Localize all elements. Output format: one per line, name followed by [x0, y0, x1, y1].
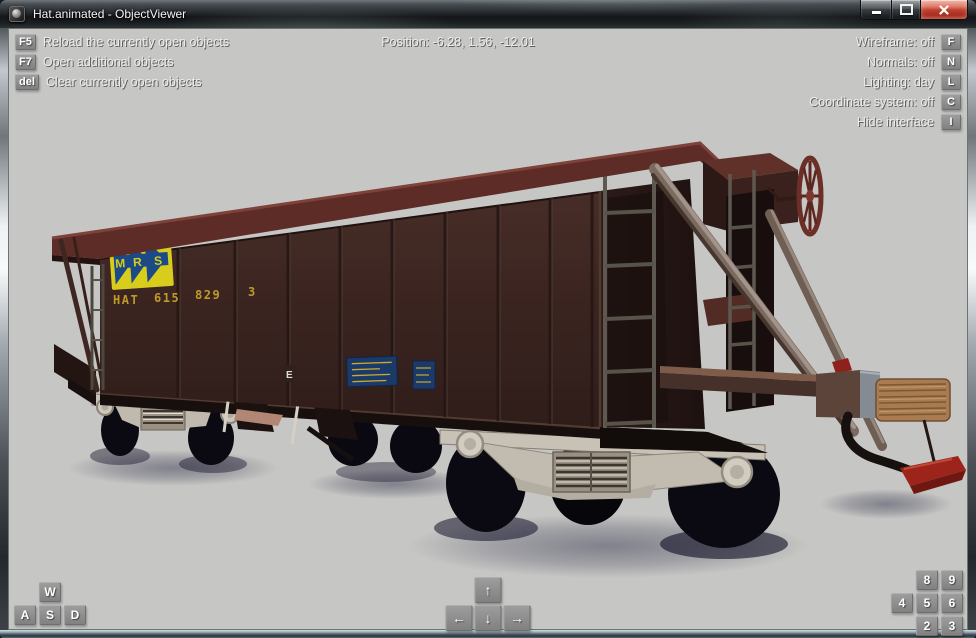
buffer-block	[875, 378, 951, 422]
hint-wireframe: Wireframe: off F	[809, 34, 961, 50]
keycap-9: 9	[941, 570, 963, 590]
window-frame-left	[0, 28, 8, 630]
keycap-6: 6	[941, 593, 963, 613]
minimize-button[interactable]	[860, 0, 892, 20]
maximize-icon	[899, 4, 913, 15]
hint-hide-interface: Hide interface I	[809, 114, 961, 130]
load-mark: E	[286, 370, 293, 381]
maximize-button[interactable]	[892, 0, 920, 20]
svg-text:M: M	[115, 256, 126, 271]
coupling-hook-red	[900, 456, 966, 494]
close-icon	[939, 4, 949, 15]
hint-clear: del Clear currently open objects	[15, 74, 229, 90]
svg-text:R: R	[133, 255, 143, 270]
viewport-3d[interactable]: M R S HAT 615 829 3 E F5 Reload the curr…	[8, 28, 968, 636]
arrow-keys-hint: ↑ ← ↓ →	[445, 577, 531, 631]
keycap-arrow-up: ↑	[474, 577, 502, 603]
window-frame-right	[968, 28, 976, 630]
svg-text:3: 3	[248, 285, 257, 299]
hint-normals: Normals: off N	[809, 54, 961, 70]
keycap-n: N	[941, 54, 961, 70]
keycap-arrow-down: ↓	[474, 605, 502, 631]
move-keys-hint: W A S D	[14, 582, 86, 625]
keycap-f7: F7	[15, 54, 36, 70]
keycap-2: 2	[916, 616, 938, 636]
keycap-a: A	[14, 605, 36, 625]
keycap-arrow-right: →	[503, 605, 531, 631]
objectviewer-window: Hat.animated - ObjectViewer M R S HAT 61…	[0, 0, 976, 638]
svg-text:829: 829	[195, 288, 221, 302]
help-top-right: Wireframe: off F Normals: off N Lighting…	[809, 34, 961, 134]
keycap-5: 5	[916, 593, 938, 613]
keycap-s: S	[39, 605, 61, 625]
numpad-keys-hint: 8 9 4 5 6 2 3	[891, 570, 963, 636]
hint-lighting: Lighting: day L	[809, 74, 961, 90]
keycap-4: 4	[891, 593, 913, 613]
keycap-w: W	[39, 582, 61, 602]
keycap-l: L	[941, 74, 961, 90]
keycap-arrow-left: ←	[445, 605, 473, 631]
hint-reload: F5 Reload the currently open objects	[15, 34, 229, 50]
keycap-3: 3	[941, 616, 963, 636]
svg-text:HAT: HAT	[113, 293, 139, 307]
hint-open-additional: F7 Open additional objects	[15, 54, 229, 70]
svg-text:615: 615	[154, 291, 180, 305]
window-title: Hat.animated - ObjectViewer	[33, 7, 187, 21]
keycap-c: C	[941, 94, 961, 110]
svg-text:S: S	[154, 253, 163, 268]
hint-coordinate-system: Coordinate system: off C	[809, 94, 961, 110]
keycap-i: I	[941, 114, 961, 130]
data-plate-large	[346, 355, 399, 388]
keycap-d: D	[64, 605, 86, 625]
keycap-f: F	[941, 34, 961, 50]
window-controls	[860, 0, 968, 20]
minimize-icon	[871, 11, 881, 14]
window-frame-bottom	[0, 630, 976, 638]
keycap-8: 8	[916, 570, 938, 590]
data-plate-small	[412, 360, 436, 390]
help-top-left: F5 Reload the currently open objects F7 …	[15, 34, 229, 94]
close-button[interactable]	[920, 0, 968, 20]
keycap-f5: F5	[15, 34, 36, 50]
keycap-del: del	[15, 74, 39, 90]
app-icon[interactable]	[9, 6, 25, 22]
window-titlebar[interactable]: Hat.animated - ObjectViewer	[0, 0, 976, 28]
